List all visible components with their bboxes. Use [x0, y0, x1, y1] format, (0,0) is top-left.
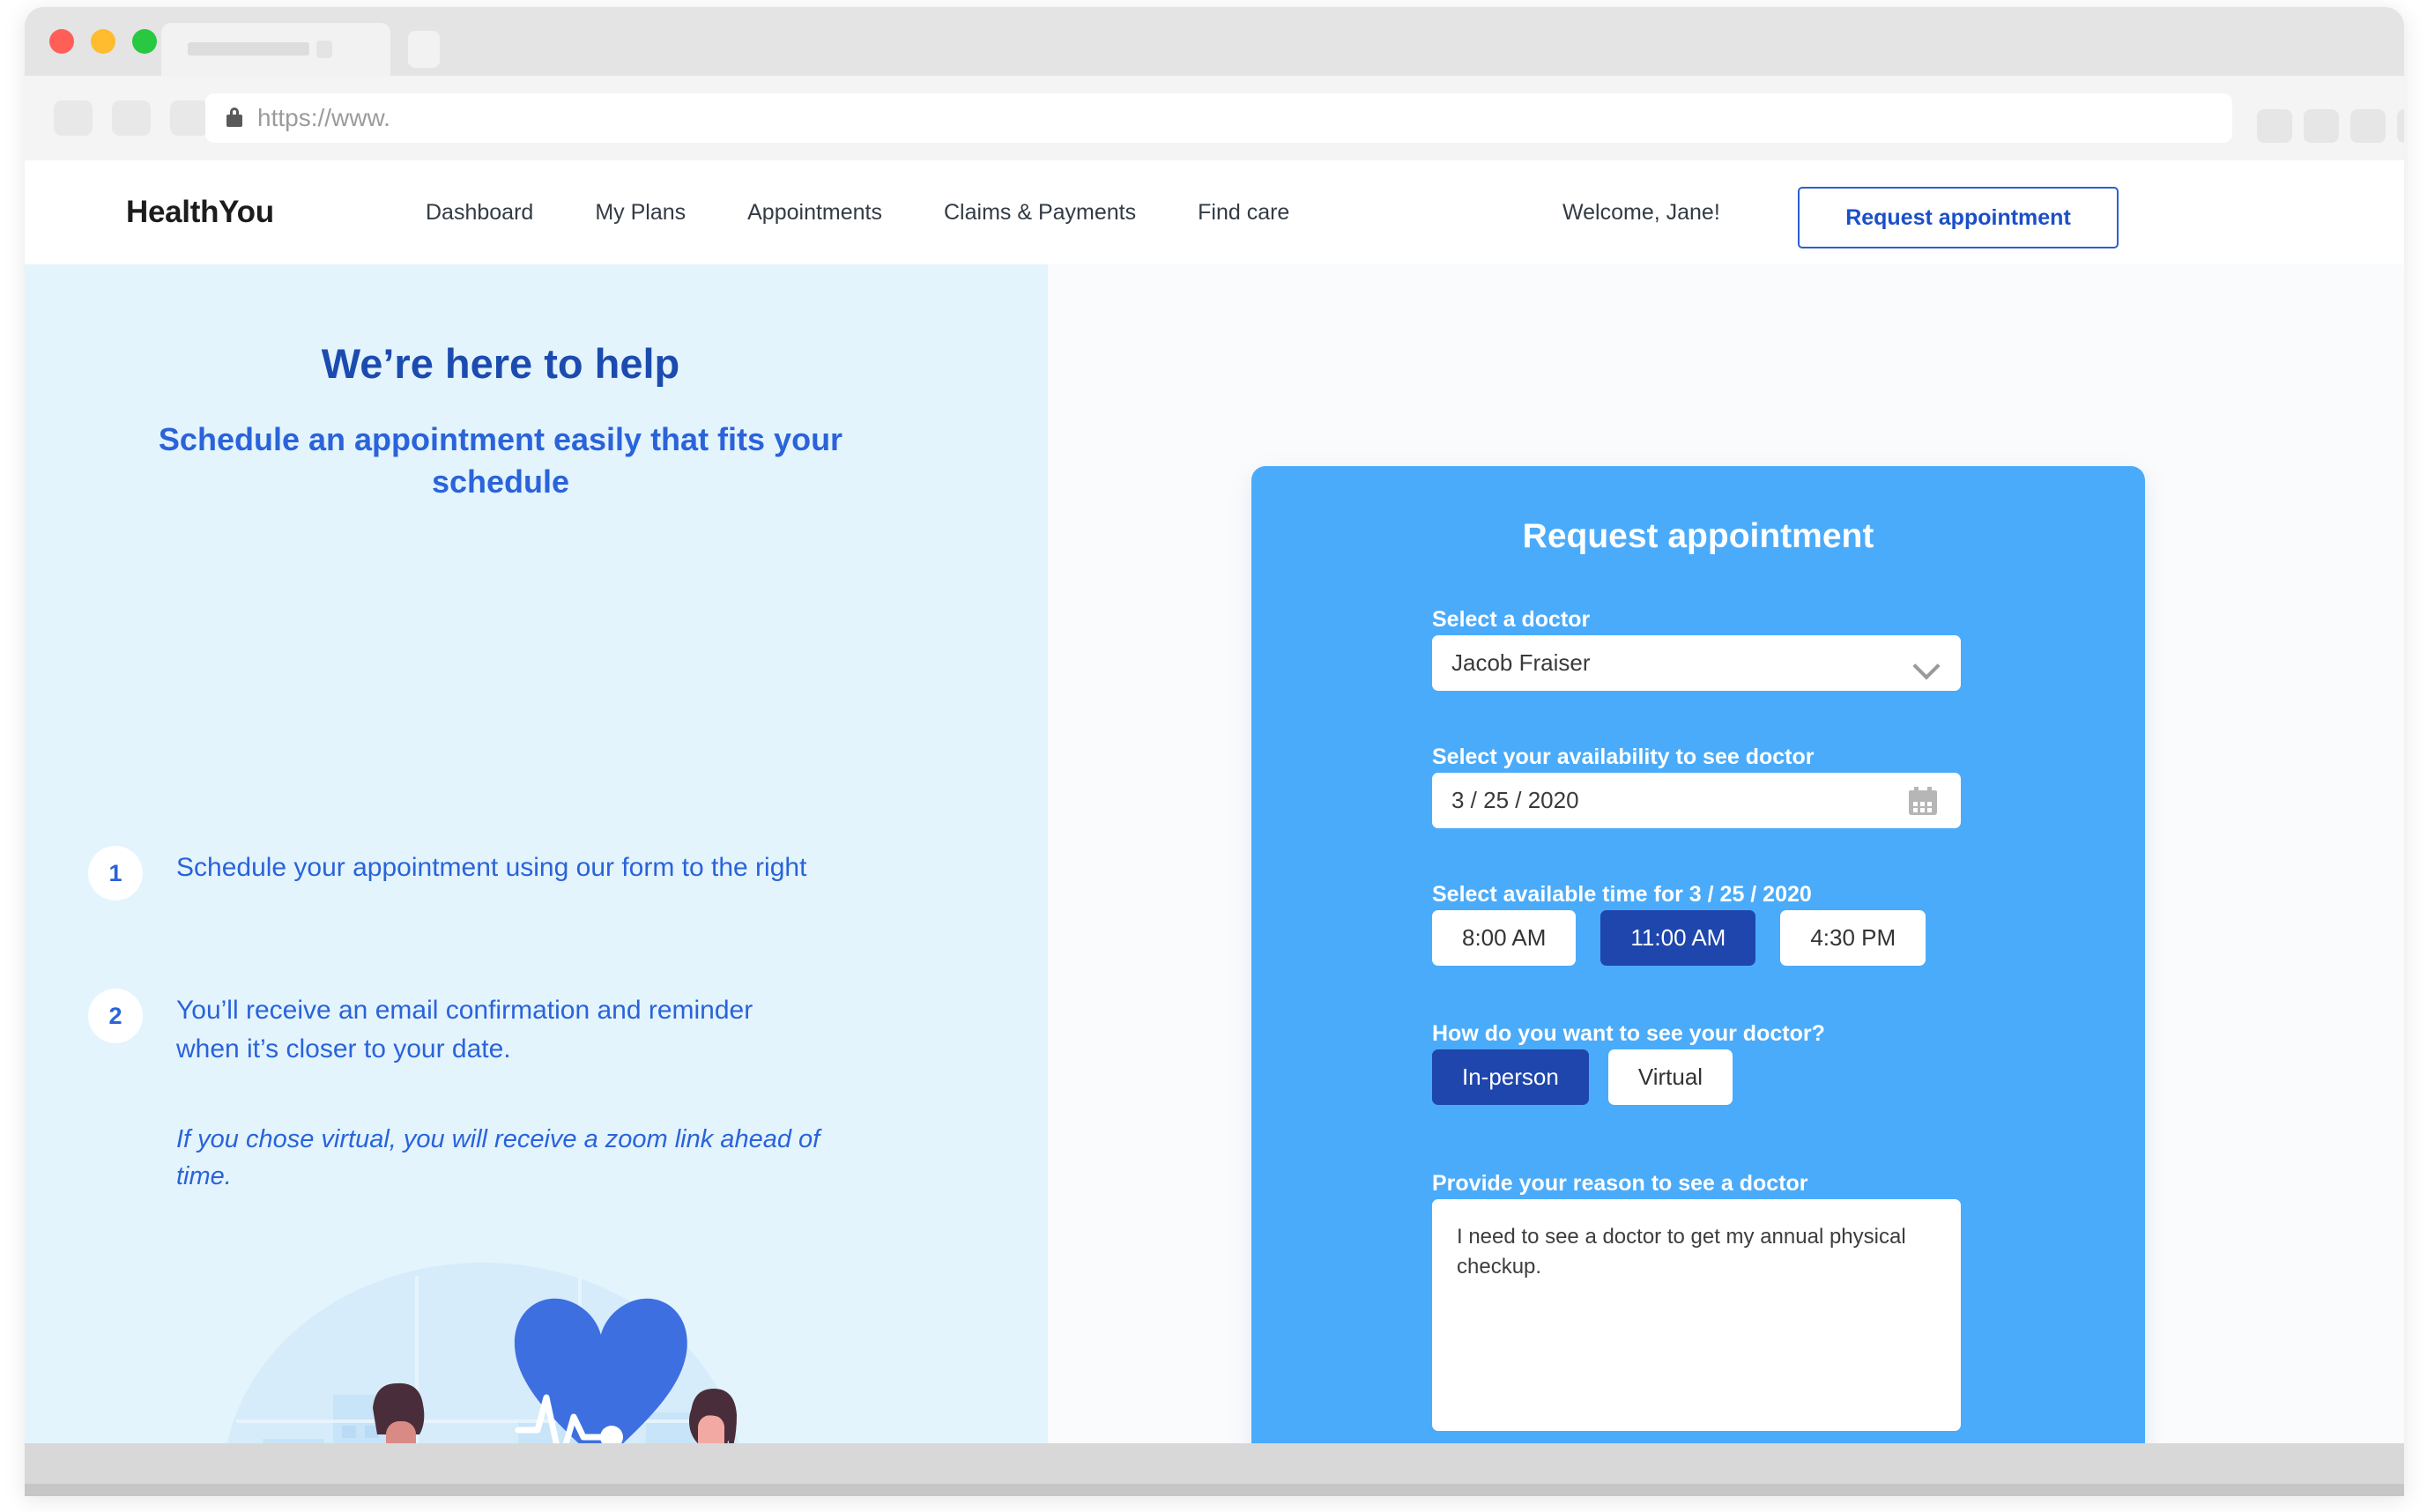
window-bottom-bar [25, 1443, 2404, 1496]
url-text: https://www. [257, 104, 390, 131]
availability-field-label: Select your availability to see doctor [1432, 745, 1815, 769]
reason-textarea[interactable]: I need to see a doctor to get my annual … [1432, 1199, 1961, 1431]
nav-item-dashboard[interactable]: Dashboard [426, 200, 533, 226]
request-appointment-button[interactable]: Request appointment [1798, 187, 2119, 248]
card-title: Request appointment [1522, 517, 1874, 555]
toolbar-button-2[interactable] [2304, 109, 2339, 143]
time-options-group: 8:00 AM 11:00 AM 4:30 PM [1432, 910, 1926, 966]
reload-button[interactable] [170, 100, 209, 136]
browser-window: https://www. HealthYou Dashboard My Plan… [25, 7, 2404, 1496]
step-item-1: 1 Schedule your appointment using our fo… [88, 846, 811, 901]
mode-options-group: In-person Virtual [1432, 1049, 1733, 1105]
mode-option-in-person[interactable]: In-person [1432, 1049, 1589, 1105]
nav-item-find-care[interactable]: Find care [1198, 200, 1289, 226]
back-button[interactable] [54, 100, 93, 136]
chevron-down-icon [1912, 652, 1941, 680]
window-traffic-lights [49, 29, 157, 54]
step-text: Schedule your appointment using our form… [176, 853, 807, 882]
forward-button[interactable] [112, 100, 151, 136]
reason-field-label: Provide your reason to see a doctor [1432, 1171, 1808, 1196]
date-input-value: 3 / 25 / 2020 [1451, 787, 1579, 813]
page-headline: We’re here to help [321, 340, 680, 387]
time-option-430pm[interactable]: 4:30 PM [1780, 910, 1926, 966]
doctor-field-label: Select a doctor [1432, 607, 1591, 632]
page-subheadline: Schedule an appointment easily that fits… [158, 421, 843, 500]
close-window-button[interactable] [49, 29, 74, 54]
doctors-heartbeat-illustration [166, 1241, 800, 1443]
nav-item-my-plans[interactable]: My Plans [595, 200, 686, 226]
maximize-window-button[interactable] [132, 29, 157, 54]
new-tab-button[interactable] [408, 31, 440, 68]
toolbar-button-4[interactable] [2397, 109, 2404, 143]
tab-title-placeholder [188, 42, 309, 56]
close-icon[interactable] [316, 41, 332, 58]
step-text: You’ll receive an email confirmation and… [176, 996, 753, 1064]
time-option-1100am[interactable]: 11:00 AM [1600, 910, 1756, 966]
doctor-select[interactable]: Jacob Fraiser [1432, 635, 1961, 691]
brand-logo[interactable]: HealthYou [126, 195, 274, 230]
browser-tab[interactable] [161, 23, 390, 76]
request-appointment-card: Request appointment Select a doctor Jaco… [1251, 466, 2145, 1443]
minimize-window-button[interactable] [91, 29, 115, 54]
site-header: HealthYou Dashboard My Plans Appointment… [25, 160, 2404, 264]
form-panel: Request appointment Select a doctor Jaco… [1048, 264, 2404, 1443]
toolbar-button-3[interactable] [2350, 109, 2386, 143]
mode-option-virtual[interactable]: Virtual [1607, 1049, 1733, 1105]
address-bar[interactable]: https://www. [205, 93, 2232, 143]
page-viewport: HealthYou Dashboard My Plans Appointment… [25, 160, 2404, 1443]
nav-item-appointments[interactable]: Appointments [747, 200, 882, 226]
main-nav: Dashboard My Plans Appointments Claims &… [426, 200, 1351, 226]
date-input[interactable]: 3 / 25 / 2020 [1432, 773, 1961, 828]
calendar-icon[interactable] [1909, 787, 1937, 815]
step-note: If you chose virtual, you will receive a… [176, 1125, 820, 1191]
mode-field-label: How do you want to see your doctor? [1432, 1021, 1825, 1046]
info-panel: We’re here to help Schedule an appointme… [25, 264, 1048, 1443]
browser-tabstrip [25, 7, 2404, 76]
toolbar-button-1[interactable] [2257, 109, 2292, 143]
welcome-greeting: Welcome, Jane! [1562, 199, 1720, 225]
step-number-badge: 1 [88, 846, 143, 901]
time-option-800am[interactable]: 8:00 AM [1432, 910, 1577, 966]
nav-item-claims-payments[interactable]: Claims & Payments [944, 200, 1136, 226]
step-number-badge: 2 [88, 989, 143, 1043]
lock-icon [226, 107, 243, 129]
doctor-select-value: Jacob Fraiser [1451, 649, 1591, 676]
browser-toolbar: https://www. [25, 76, 2404, 160]
step-item-2: 2 You’ll receive an email confirmation a… [88, 989, 811, 1068]
time-field-label: Select available time for 3 / 25 / 2020 [1432, 882, 1812, 907]
